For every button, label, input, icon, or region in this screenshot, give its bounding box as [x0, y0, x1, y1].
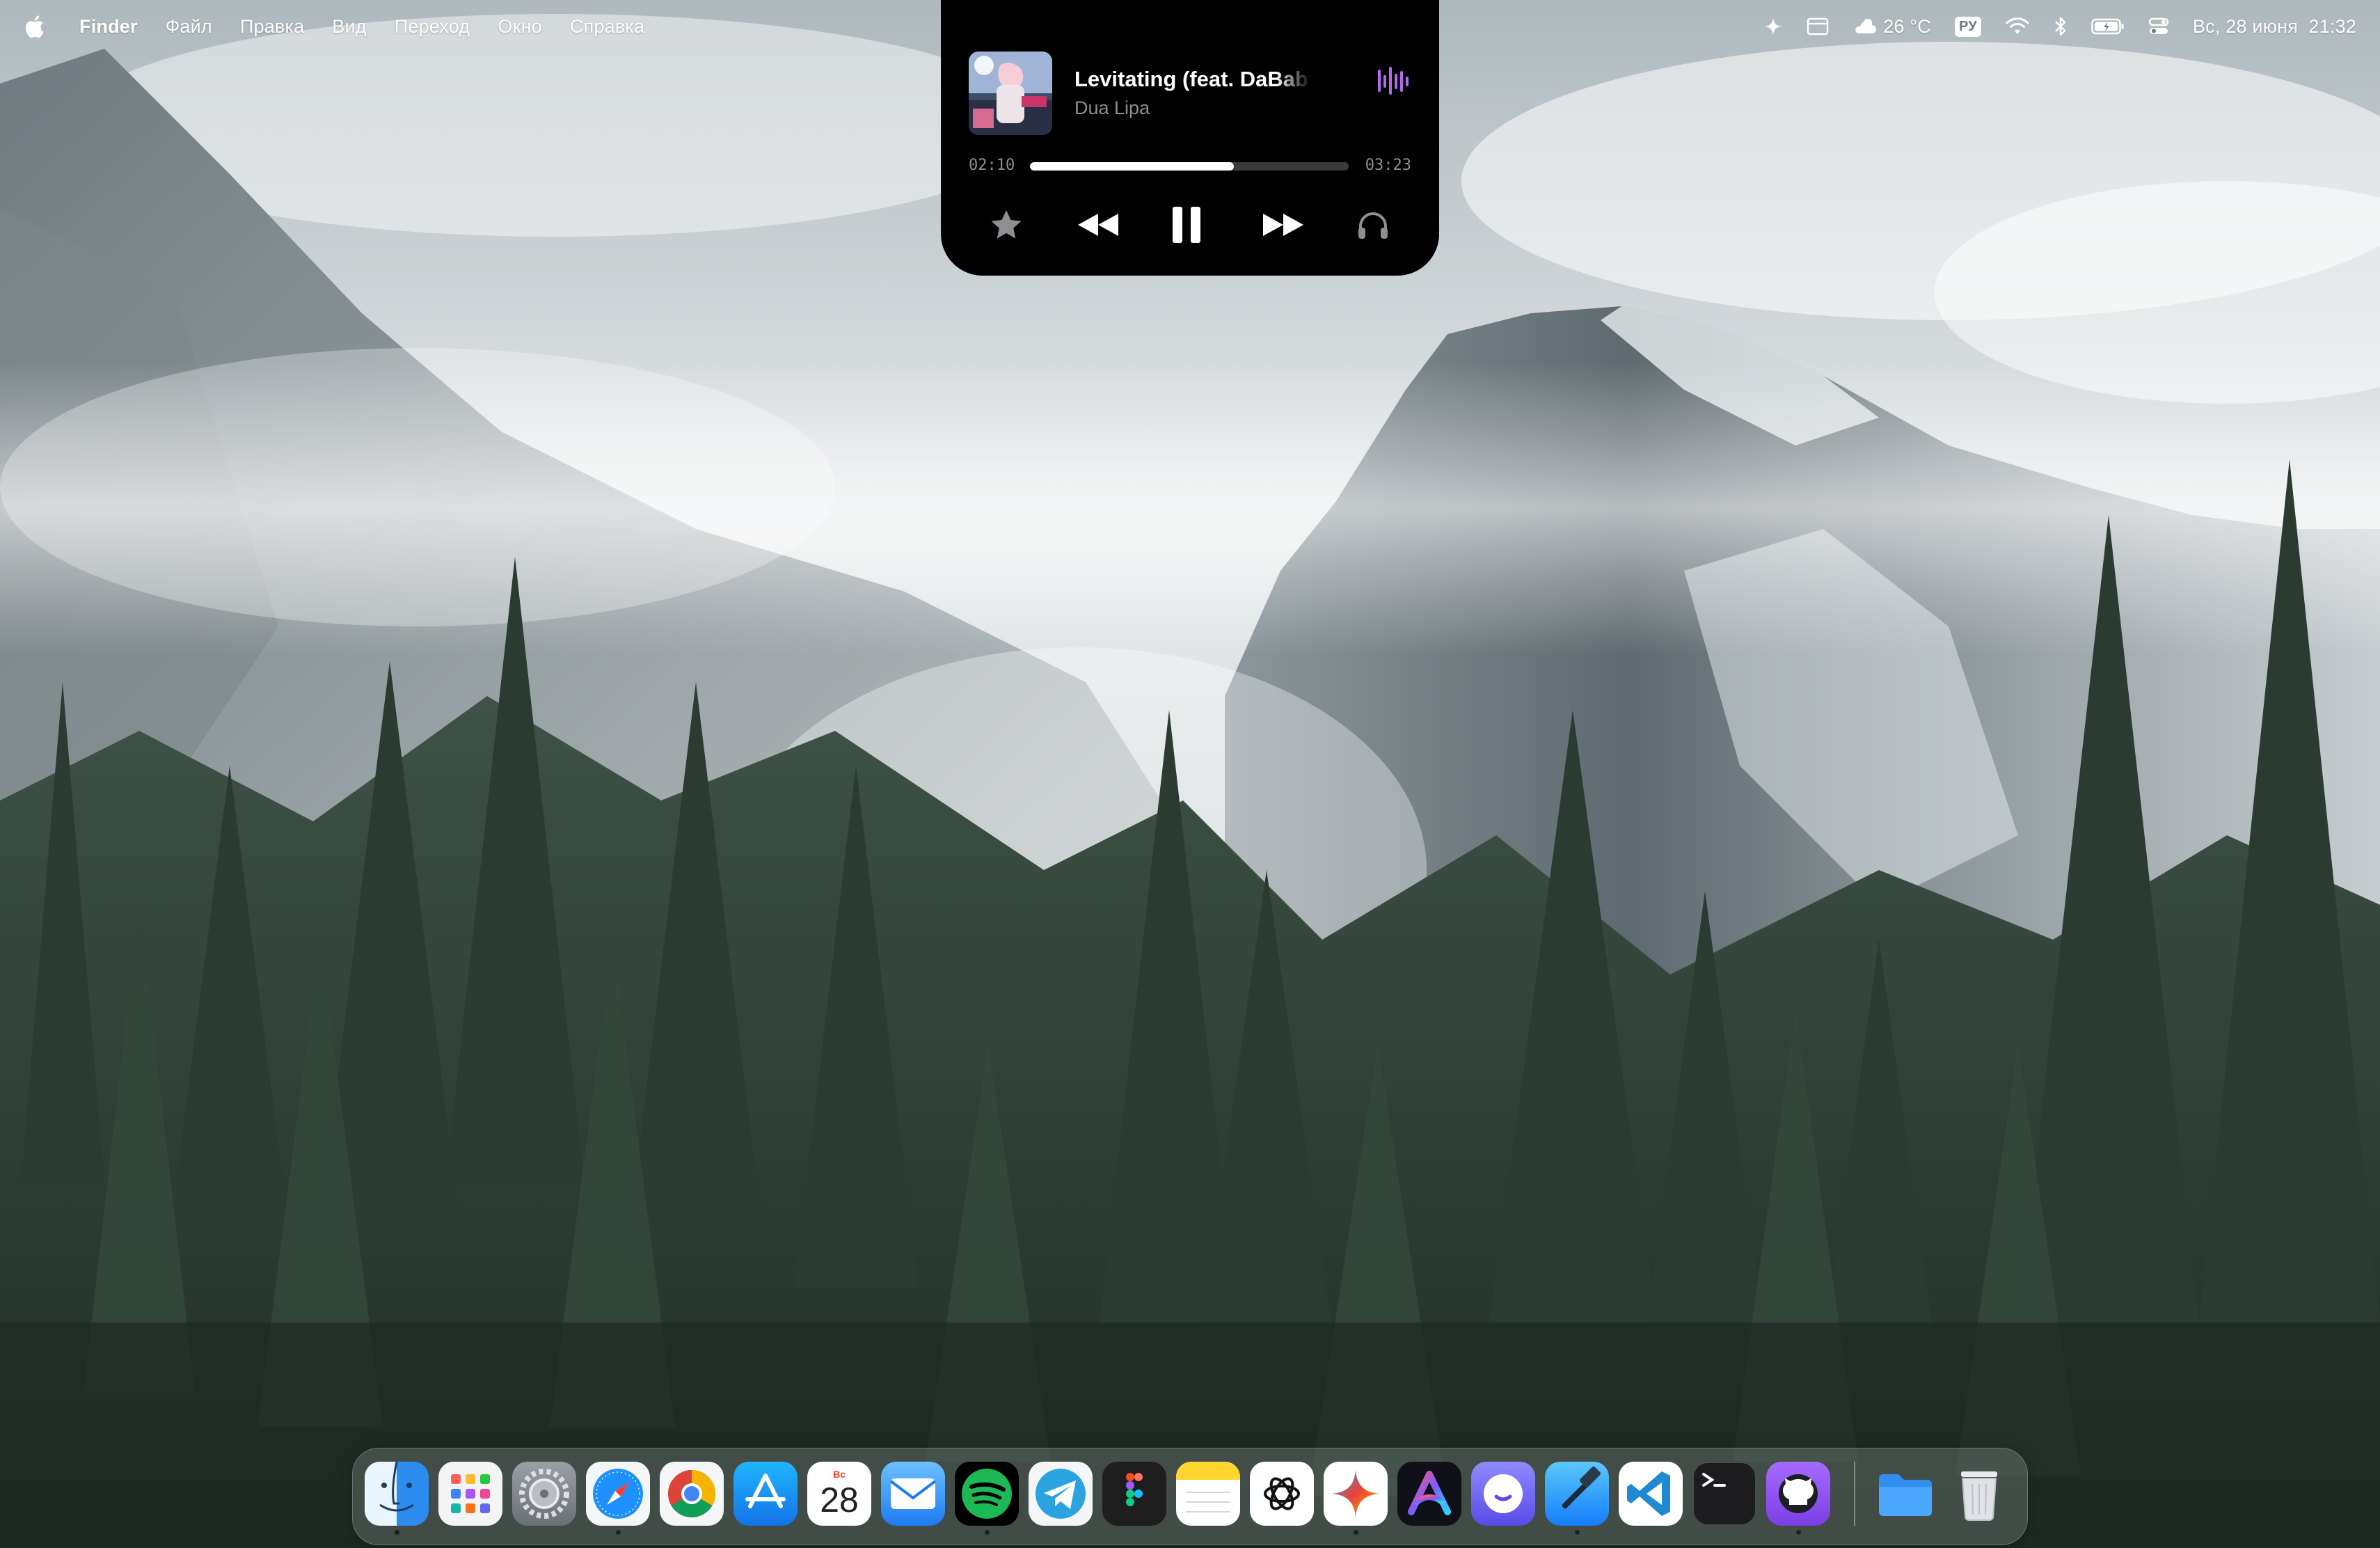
dock-xcode[interactable]	[1545, 1462, 1609, 1526]
calendar-day: 28	[820, 1480, 859, 1519]
next-track-button[interactable]	[1255, 200, 1311, 249]
control-center-icon[interactable]	[2148, 17, 2169, 36]
now-playing-widget: Levitating (feat. DaBaby) Dua Lipa 02:10…	[941, 0, 1439, 276]
dock-spotify[interactable]	[955, 1462, 1019, 1526]
battery-icon[interactable]	[2091, 17, 2125, 35]
weather-widget[interactable]: 26 °C	[1853, 16, 1931, 38]
menu-edit[interactable]: Правка	[240, 16, 304, 38]
calendar-weekday: Вс	[833, 1469, 846, 1480]
dock-downloads-folder[interactable]	[1873, 1462, 1937, 1526]
favorite-button[interactable]	[985, 200, 1027, 249]
hammer-icon	[1562, 1466, 1601, 1509]
track-artist: Dua Lipa	[1074, 97, 1150, 118]
mail-envelope-icon	[889, 1478, 937, 1509]
launchpad-grid-icon	[451, 1474, 490, 1513]
wifi-icon[interactable]	[2005, 17, 2030, 36]
album-art[interactable]	[969, 52, 1052, 135]
terminal-prompt-icon	[1702, 1473, 1726, 1487]
apple-logo-icon[interactable]	[24, 14, 45, 39]
running-indicator	[395, 1530, 399, 1535]
bluetooth-icon[interactable]	[2054, 16, 2068, 37]
dock-terminal[interactable]	[1692, 1462, 1756, 1526]
dock-notes[interactable]	[1176, 1462, 1240, 1526]
dock-app-store[interactable]	[733, 1462, 798, 1526]
dock-safari[interactable]	[586, 1462, 650, 1526]
dock-mail[interactable]	[881, 1462, 945, 1526]
dock-github-desktop[interactable]	[1766, 1462, 1830, 1526]
dock-divider	[1854, 1462, 1855, 1526]
gemini-sparkle-icon	[1332, 1470, 1379, 1517]
dock-finder[interactable]	[365, 1462, 429, 1526]
pause-button[interactable]	[1162, 200, 1211, 249]
pause-icon	[1173, 207, 1200, 243]
dock-telegram[interactable]	[1029, 1462, 1093, 1526]
menu-go[interactable]: Переход	[395, 16, 470, 38]
sparkle-icon[interactable]	[1763, 17, 1783, 36]
running-indicator	[1796, 1530, 1801, 1535]
fast-forward-icon	[1263, 214, 1303, 236]
telegram-icon	[1036, 1469, 1086, 1519]
rewind-icon	[1078, 214, 1118, 236]
menu-view[interactable]: Вид	[332, 16, 366, 38]
dock-figma[interactable]	[1102, 1462, 1166, 1526]
vscode-icon	[1627, 1471, 1670, 1516]
menu-window[interactable]: Окно	[498, 16, 542, 38]
dock-calendar[interactable]: Вс 28	[807, 1462, 871, 1526]
running-indicator	[1354, 1530, 1358, 1535]
menu-help[interactable]: Справка	[570, 16, 644, 38]
weather-temperature: 26 °C	[1883, 15, 1931, 37]
arc-browser-icon	[1408, 1471, 1451, 1515]
weather-cloud-icon	[1855, 19, 1877, 33]
dock-gemini[interactable]	[1324, 1462, 1388, 1526]
trash-icon	[1961, 1471, 1997, 1521]
input-source-icon[interactable]: РУ	[1955, 16, 1981, 37]
dock-launchpad[interactable]	[438, 1462, 502, 1526]
running-indicator	[616, 1530, 621, 1535]
app-store-icon	[745, 1474, 786, 1508]
dock-system-settings[interactable]	[512, 1462, 576, 1526]
window-icon[interactable]	[1807, 17, 1829, 35]
finder-icon	[379, 1462, 414, 1512]
menu-clock[interactable]: Вс, 28 июня 21:32	[2193, 16, 2356, 38]
gear-icon	[519, 1469, 569, 1519]
folder-icon	[1879, 1474, 1932, 1516]
audio-output-button[interactable]	[1349, 200, 1397, 249]
star-icon	[991, 210, 1022, 239]
progress-bar[interactable]	[1030, 162, 1349, 171]
total-duration: 03:23	[1365, 157, 1411, 174]
running-indicator	[1575, 1530, 1580, 1535]
dock-arc[interactable]	[1397, 1462, 1461, 1526]
headphones-icon	[1358, 212, 1388, 239]
chrome-icon	[668, 1470, 715, 1517]
progress-fill	[1030, 162, 1235, 171]
dock-chatgpt[interactable]	[1250, 1462, 1314, 1526]
menu-app-name[interactable]: Finder	[79, 16, 138, 38]
dock-chrome[interactable]	[660, 1462, 724, 1526]
chatgpt-icon	[1264, 1477, 1300, 1510]
dock-trash[interactable]	[1947, 1462, 2011, 1526]
track-title: Levitating (feat. DaBaby)	[1074, 67, 1311, 91]
safari-compass-icon	[593, 1469, 643, 1519]
input-source-label: РУ	[1955, 16, 1981, 37]
figma-icon	[1126, 1473, 1143, 1506]
running-indicator	[985, 1530, 990, 1535]
audio-visualizer-icon	[1378, 67, 1409, 95]
github-icon	[1779, 1474, 1818, 1513]
notes-icon	[1176, 1462, 1240, 1513]
dock-vscode[interactable]	[1619, 1462, 1683, 1526]
setapp-icon	[1484, 1474, 1523, 1513]
elapsed-time: 02:10	[969, 157, 1015, 174]
previous-track-button[interactable]	[1070, 200, 1126, 249]
spotify-icon	[962, 1469, 1012, 1519]
dock-setapp[interactable]	[1471, 1462, 1535, 1526]
menu-file[interactable]: Файл	[166, 16, 212, 38]
